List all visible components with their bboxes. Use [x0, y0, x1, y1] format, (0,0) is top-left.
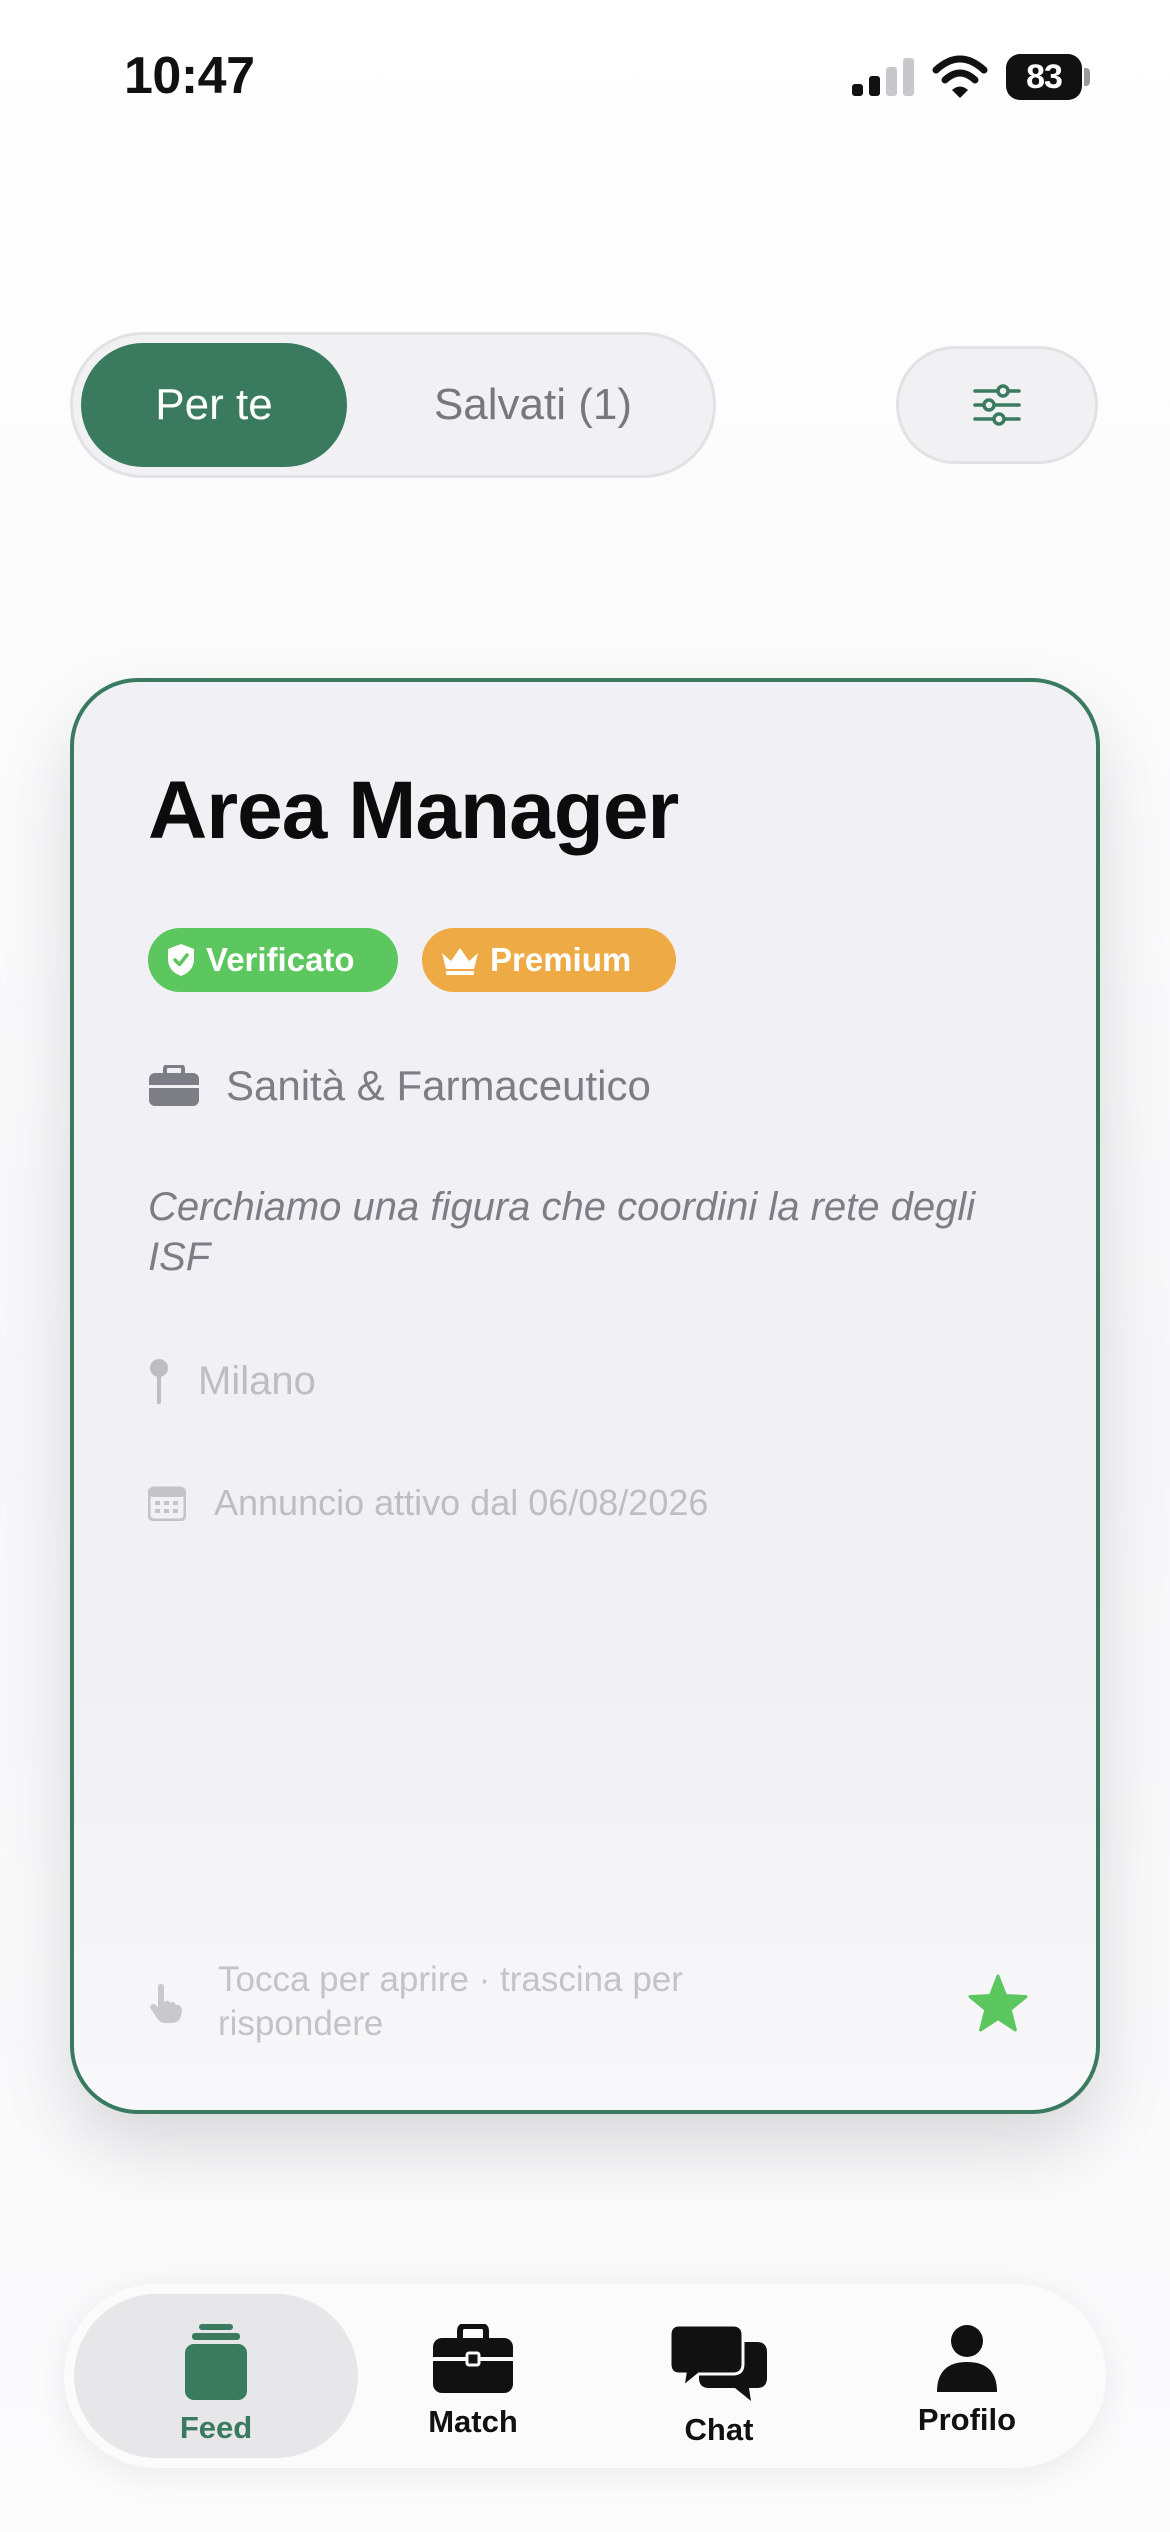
hint-row: Tocca per aprire · trascina per risponde…	[148, 1958, 718, 2046]
signal-icon	[852, 58, 914, 96]
feed-segmented-control: Per te Salvati (1)	[70, 332, 716, 478]
sector-label: Sanità & Farmaceutico	[226, 1062, 651, 1109]
hint-text: Tocca per aprire · trascina per risponde…	[218, 1960, 683, 2043]
pin-icon	[150, 1359, 168, 1404]
battery-level: 83	[1006, 54, 1082, 100]
verified-badge-label: Verificato	[206, 941, 355, 978]
tab-chat[interactable]: Chat	[624, 2294, 814, 2458]
briefcase-icon	[433, 2324, 513, 2393]
tab-chat-label: Chat	[684, 2412, 754, 2447]
job-card[interactable]: Area Manager Verificato Premium Sanità &…	[70, 678, 1100, 2114]
sliders-icon	[973, 384, 1021, 426]
chat-bubbles-icon	[669, 2324, 767, 2401]
tab-match[interactable]: Match	[378, 2294, 568, 2458]
status-time: 10:47	[124, 47, 255, 105]
wifi-icon	[932, 55, 988, 98]
briefcase-icon	[149, 1065, 199, 1106]
crown-icon	[442, 948, 478, 975]
segment-salvati[interactable]: Salvati (1)	[361, 343, 705, 467]
calendar-icon	[148, 1486, 186, 1521]
segment-per-te[interactable]: Per te	[81, 343, 347, 467]
feed-stack-icon	[185, 2324, 247, 2400]
filter-button[interactable]	[896, 346, 1098, 464]
tab-feed[interactable]: Feed	[74, 2294, 358, 2458]
shield-check-icon	[168, 944, 194, 976]
tab-feed-label: Feed	[179, 2410, 253, 2445]
premium-badge: Premium	[422, 928, 676, 992]
battery-icon: 83	[1006, 54, 1090, 100]
tab-match-label: Match	[428, 2404, 518, 2439]
verified-badge: Verificato	[148, 928, 398, 992]
sector-row: Sanità & Farmaceutico	[148, 1062, 651, 1110]
date-row: Annuncio attivo dal 06/08/2026	[148, 1482, 708, 1524]
tab-profile[interactable]: Profilo	[872, 2294, 1062, 2458]
hand-pointer-icon	[150, 1984, 182, 2023]
date-label: Annuncio attivo dal 06/08/2026	[214, 1482, 709, 1523]
star-icon[interactable]	[968, 1974, 1028, 2032]
tab-profile-label: Profilo	[917, 2402, 1017, 2437]
person-icon	[937, 2325, 997, 2392]
job-title: Area Manager	[148, 765, 679, 856]
location-label: Milano	[198, 1358, 316, 1403]
job-description: Cerchiamo una figura che coordini la ret…	[148, 1185, 976, 1279]
premium-badge-label: Premium	[490, 941, 632, 978]
location-row: Milano	[148, 1358, 316, 1404]
tab-bar: Feed Match Chat Profilo	[64, 2284, 1106, 2468]
